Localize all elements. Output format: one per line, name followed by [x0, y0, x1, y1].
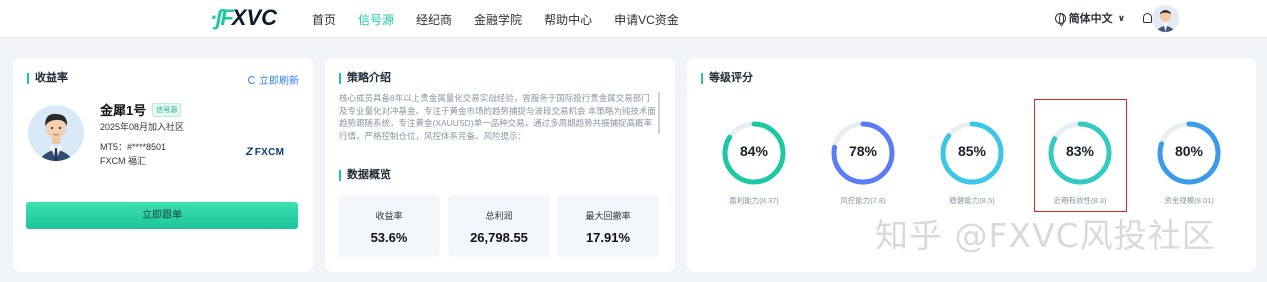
returns-card: 收益率 立即刷新 金犀1号 信号源 2025年08月加入社区 MT5：#****…	[13, 58, 313, 272]
gauge-fund-size: 80%	[1156, 120, 1222, 186]
broker-logo-text: FXCM	[254, 146, 285, 158]
trader-name: 金犀1号	[100, 103, 147, 118]
signal-badge: 信号源	[152, 102, 182, 117]
trader-name-row: 金犀1号 信号源	[100, 100, 182, 119]
mt5-account: MT5：#****8501	[100, 142, 167, 152]
description-scrollbar[interactable]	[658, 92, 660, 134]
stat-value: 17.91%	[585, 230, 631, 245]
gauge-stability: 85%	[939, 120, 1005, 186]
highlight-box	[1034, 99, 1127, 212]
gauge-label: 盈利能力(8.37)	[729, 196, 779, 205]
user-avatar[interactable]	[1152, 5, 1179, 32]
gauge-label: 稳健能力(8.5)	[949, 196, 995, 205]
returns-title: 收益率	[27, 73, 68, 84]
refresh-button[interactable]: 立即刷新	[248, 72, 299, 87]
gauge-risk-control: 78%	[830, 120, 896, 186]
nav-item-brokers[interactable]: 经纪商	[416, 11, 452, 28]
trader-avatar	[28, 105, 84, 161]
gauge-value: 80%	[1174, 143, 1204, 159]
bell-icon[interactable]	[1143, 13, 1152, 23]
gauge-value: 84%	[739, 143, 769, 159]
stat-value: 53.6%	[370, 230, 408, 245]
stat-label: 收益率	[375, 211, 403, 221]
nav-item-help[interactable]: 帮助中心	[544, 11, 592, 28]
gauge-profitability: 84%	[721, 120, 787, 186]
globe-icon	[1054, 12, 1066, 26]
stat-max-drawdown: 最大回撤率 17.91%	[557, 195, 659, 257]
nav-right-tools: 简体中文 ∨	[1054, 10, 1152, 26]
watermark: 知乎 @FXVC风投社区	[875, 216, 1216, 255]
strategy-card: 策略介绍 核心成员具备8年以上贵金属量化交易实战经验，曾服务于国际投行贵金属交易…	[325, 58, 675, 272]
stat-value: 26,798.55	[470, 230, 528, 245]
join-date: 2025年08月加入社区	[100, 122, 185, 132]
broker-name: FXCM 福汇	[100, 156, 146, 166]
strategy-description: 核心成员具备8年以上贵金属量化交易实战经验，曾服务于国际投行贵金属交易部门及专业…	[339, 93, 656, 141]
nav-item-apply-vc[interactable]: 申请VC资金	[614, 11, 679, 28]
gauge-value: 78%	[848, 143, 878, 159]
rating-title: 等级评分	[701, 73, 753, 84]
language-label: 简体中文	[1068, 13, 1113, 25]
stat-label: 总利润	[485, 211, 513, 221]
stat-total-profit: 总利润 26,798.55	[448, 195, 550, 257]
fxcm-z-icon: Z	[246, 146, 253, 158]
top-navbar: ·ʃF XVC 首页 信号源 经纪商 金融学院 帮助中心 申请VC资金 简体中文…	[0, 0, 1267, 38]
language-selector[interactable]: 简体中文 ∨	[1054, 10, 1125, 26]
gauge-value: 85%	[957, 143, 987, 159]
main-menu: 首页 信号源 经纪商 金融学院 帮助中心 申请VC资金	[312, 11, 679, 28]
refresh-icon	[248, 75, 256, 84]
stat-return-rate: 收益率 53.6%	[338, 195, 440, 257]
logo-name: XVC	[231, 5, 278, 30]
stat-label: 最大回撤率	[585, 211, 631, 221]
gauge-label: 资金规模(8.01)	[1164, 196, 1214, 205]
nav-item-home[interactable]: 首页	[312, 11, 336, 28]
chevron-down-icon: ∨	[1117, 12, 1125, 23]
refresh-label: 立即刷新	[259, 76, 299, 87]
site-logo[interactable]: ·ʃF XVC	[210, 5, 278, 30]
gauge-label: 风控能力(7.8)	[840, 196, 886, 205]
follow-trade-button[interactable]: 立即跟单	[26, 202, 298, 229]
nav-item-academy[interactable]: 金融学院	[474, 11, 522, 28]
logo-mark: ·ʃF	[210, 5, 234, 30]
overview-title: 数据概览	[339, 170, 391, 181]
broker-logo: Z FXCM	[246, 146, 284, 158]
strategy-title: 策略介绍	[339, 73, 391, 84]
nav-item-signals[interactable]: 信号源	[358, 11, 394, 28]
